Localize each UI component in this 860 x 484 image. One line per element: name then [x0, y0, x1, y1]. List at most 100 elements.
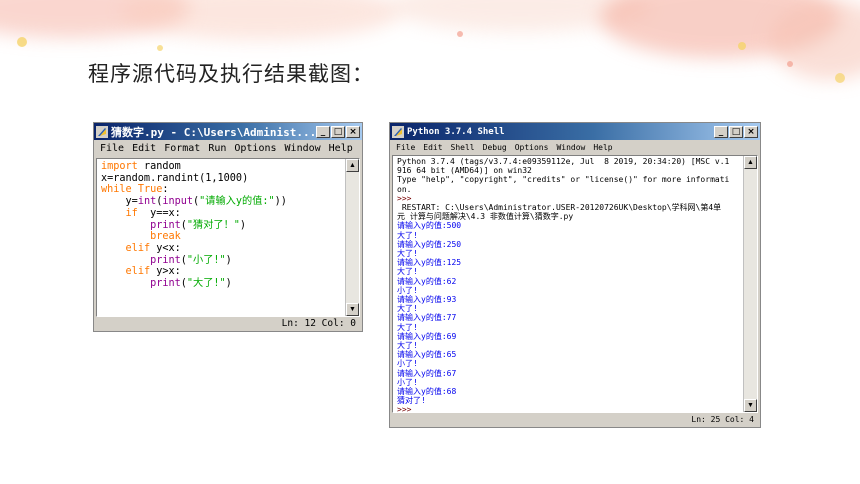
program-output: 大了!	[397, 341, 418, 351]
scroll-up-arrow-icon[interactable]: ▲	[744, 156, 757, 169]
code-token: y==x:	[137, 207, 181, 219]
menu-window[interactable]: Window	[552, 141, 589, 154]
user-input-value: 69	[446, 331, 457, 341]
code-token: input	[162, 196, 194, 208]
banner-line: Python 3.7.4 (tags/v3.7.4:e09359112e, Ju…	[397, 157, 730, 166]
code-token: :	[162, 184, 169, 196]
scroll-up-arrow-icon[interactable]: ▲	[346, 159, 359, 172]
maximize-button[interactable]: □	[729, 125, 743, 138]
shell-prompt[interactable]: >>>	[397, 405, 411, 412]
close-button[interactable]: ×	[346, 125, 360, 138]
menu-help[interactable]: Help	[325, 141, 357, 156]
user-input-value: 65	[446, 350, 457, 360]
editor-title-text: 猜数字.py - C:\Users\Administ...	[111, 125, 316, 139]
menu-options[interactable]: Options	[511, 141, 553, 154]
program-output: 小了!	[397, 359, 418, 369]
menu-run[interactable]: Run	[204, 141, 230, 156]
input-prompt-text: 请输入y的值:	[397, 239, 447, 249]
menu-edit[interactable]: Edit	[419, 141, 446, 154]
shell-title-text: Python 3.7.4 Shell	[407, 126, 505, 137]
shell-menu-bar: File Edit Shell Debug Options Window Hel…	[390, 140, 760, 155]
minimize-button[interactable]: _	[714, 125, 728, 138]
code-token: print	[150, 219, 181, 231]
menu-format[interactable]: Format	[160, 141, 204, 156]
menu-window[interactable]: Window	[281, 141, 325, 156]
menu-edit[interactable]: Edit	[128, 141, 160, 156]
input-prompt-text: 请输入y的值:	[397, 221, 447, 231]
restart-line: 元 计算与问题解决\4.3 非数值计算\猜数字.py	[397, 212, 574, 222]
minimize-button[interactable]: _	[316, 125, 330, 138]
input-prompt-text: 请输入y的值:	[397, 295, 447, 305]
user-input-value: 68	[446, 387, 457, 397]
python-feather-icon	[96, 125, 108, 138]
menu-debug[interactable]: Debug	[479, 141, 511, 154]
code-token: ))	[274, 196, 287, 208]
code-token: )	[239, 219, 247, 231]
menu-options[interactable]: Options	[230, 141, 280, 156]
input-prompt-text: 请输入y的值:	[397, 350, 447, 360]
user-input-value: 250	[446, 239, 462, 249]
code-token: int	[137, 196, 157, 208]
input-prompt-text: 请输入y的值:	[397, 331, 447, 341]
shell-output-area[interactable]: Python 3.7.4 (tags/v3.7.4:e09359112e, Ju…	[392, 155, 758, 413]
slide-title: 程序源代码及执行结果截图：	[88, 62, 374, 86]
program-output: 小了!	[397, 377, 418, 387]
code-token: y>x:	[150, 266, 181, 278]
banner-line: on.	[397, 184, 412, 194]
code-token: y=	[101, 196, 138, 208]
program-output: 大了!	[397, 304, 418, 314]
program-output: 大了!	[397, 249, 418, 259]
code-token: import	[101, 161, 138, 172]
shell-window[interactable]: Python 3.7.4 Shell _ □ × File Edit Shell…	[389, 122, 761, 428]
user-input-value: 500	[446, 221, 462, 231]
program-output: 小了!	[397, 285, 418, 295]
watercolor-decoration	[0, 0, 860, 83]
editor-window[interactable]: 猜数字.py - C:\Users\Administ... _ □ × File…	[93, 122, 363, 332]
source-code: import random x=random.randint(1,1000) w…	[97, 159, 359, 290]
user-input-value: 77	[446, 313, 457, 323]
input-prompt-text: 请输入y的值:	[397, 387, 447, 397]
code-token: x=random.randint(1,1000)	[101, 172, 249, 184]
code-token: )	[225, 254, 232, 266]
shell-prompt: >>>	[397, 193, 412, 203]
code-token: )	[225, 278, 232, 290]
code-token: "大了!"	[186, 278, 226, 290]
code-editor-area[interactable]: import random x=random.randint(1,1000) w…	[96, 158, 360, 317]
program-output: 大了!	[397, 230, 418, 240]
editor-menu-bar: File Edit Format Run Options Window Help	[94, 140, 362, 157]
banner-line: 916 64 bit (AMD64)] on win32	[397, 166, 532, 176]
close-button[interactable]: ×	[744, 125, 758, 138]
code-token: random	[137, 161, 181, 172]
vertical-scrollbar[interactable]: ▲ ▼	[345, 159, 359, 316]
program-output: 大了!	[397, 267, 418, 277]
shell-status-bar: Ln: 25 Col: 4	[691, 415, 754, 424]
scroll-down-arrow-icon[interactable]: ▼	[346, 303, 359, 316]
editor-status-bar: Ln: 12 Col: 0	[281, 318, 356, 329]
user-input-value: 62	[446, 276, 457, 286]
shell-title-bar[interactable]: Python 3.7.4 Shell _ □ ×	[390, 123, 760, 140]
vertical-scrollbar[interactable]: ▲ ▼	[743, 156, 757, 412]
input-prompt-text: 请输入y的值:	[397, 368, 447, 378]
input-prompt-text: 请输入y的值:	[397, 313, 447, 323]
scroll-down-arrow-icon[interactable]: ▼	[744, 399, 757, 412]
program-output: 猜对了!	[397, 396, 426, 406]
maximize-button[interactable]: □	[331, 125, 345, 138]
user-input-value: 67	[446, 368, 457, 378]
menu-file[interactable]: File	[392, 141, 419, 154]
editor-title-bar[interactable]: 猜数字.py - C:\Users\Administ... _ □ ×	[94, 123, 362, 140]
input-prompt-text: 请输入y的值:	[397, 258, 447, 268]
menu-file[interactable]: File	[96, 141, 128, 156]
program-output: 大了!	[397, 322, 418, 332]
restart-line: RESTART: C:\Users\Administrator.USER-201…	[397, 203, 722, 213]
code-token: print	[150, 254, 181, 266]
input-prompt-text: 请输入y的值:	[397, 276, 447, 286]
code-token: if	[125, 207, 138, 219]
code-token: "小了!"	[186, 254, 226, 266]
code-token: break	[150, 231, 181, 243]
python-feather-icon	[392, 125, 404, 138]
menu-shell[interactable]: Shell	[447, 141, 479, 154]
menu-help[interactable]: Help	[589, 141, 616, 154]
